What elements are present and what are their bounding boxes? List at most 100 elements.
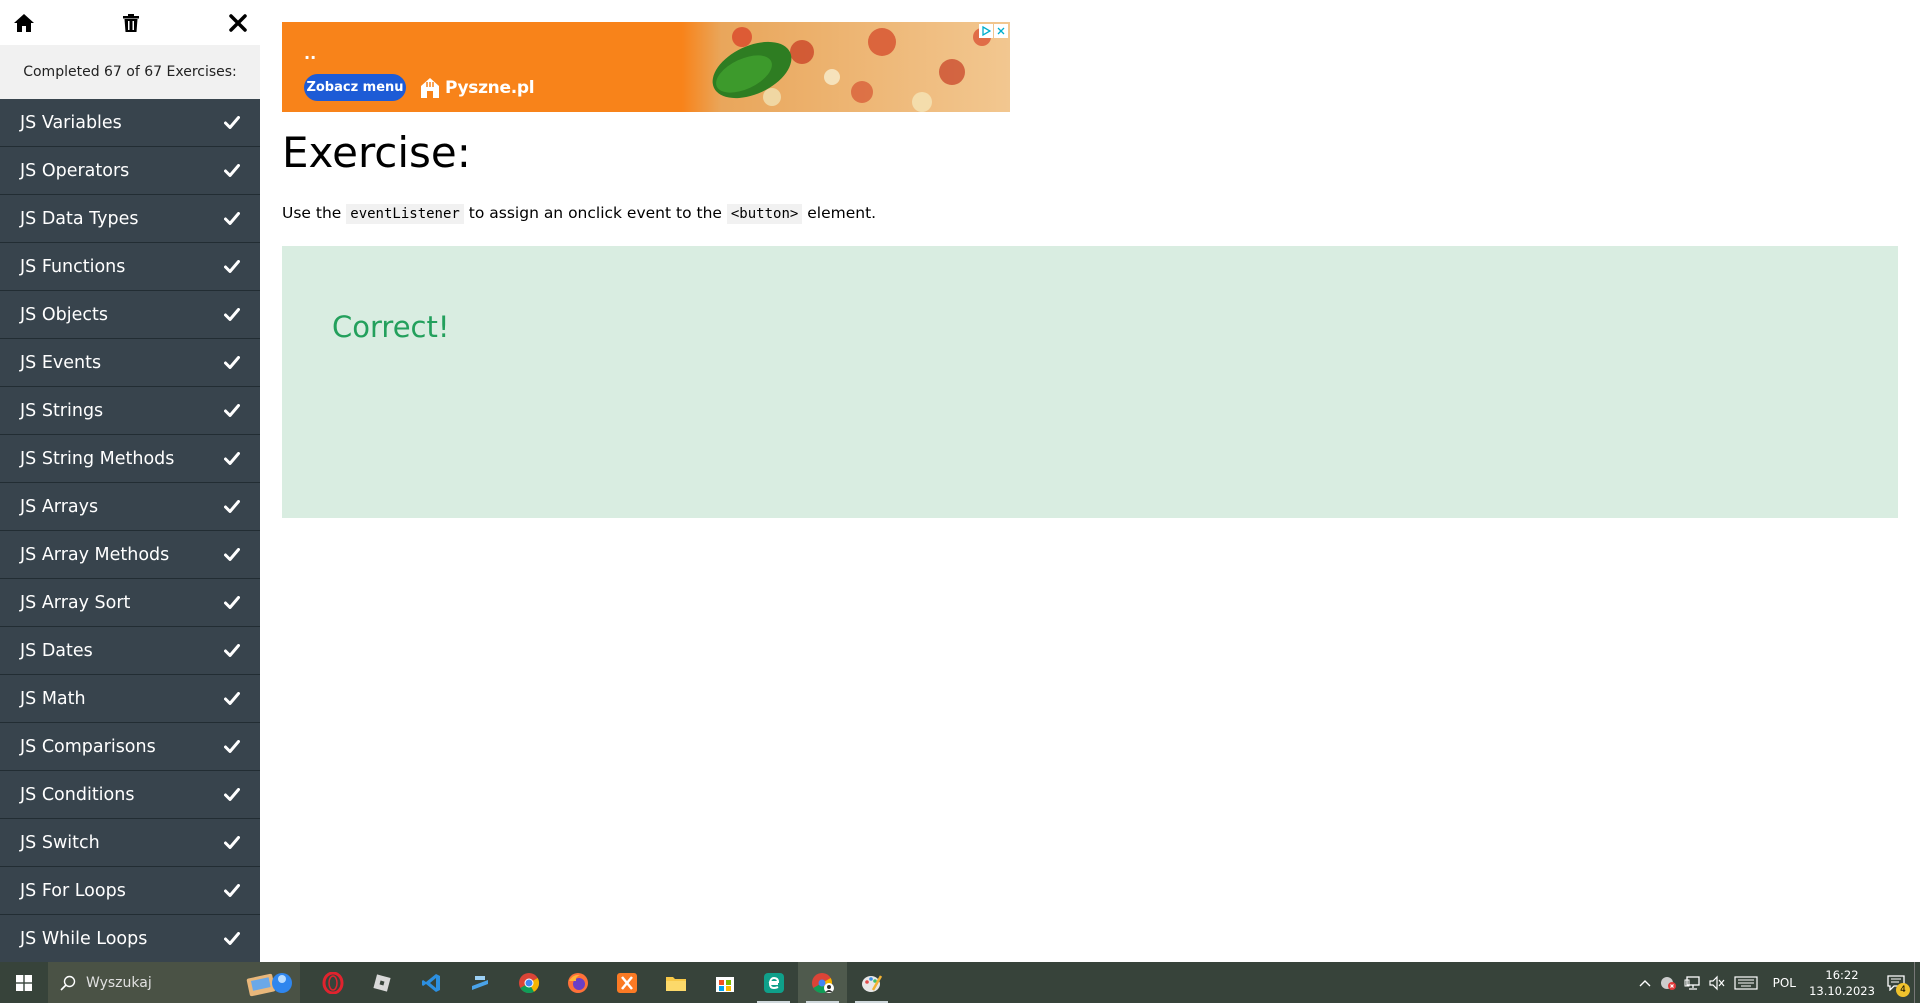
paint-app[interactable] <box>847 962 896 1003</box>
checkmark-icon <box>222 401 242 421</box>
ad-cta-button[interactable]: Zobacz menu <box>304 74 406 101</box>
sidebar-item-js-while-loops[interactable]: JS While Loops <box>0 915 260 963</box>
checkmark-icon <box>222 881 242 901</box>
sidebar-item-js-arrays[interactable]: JS Arrays <box>0 483 260 531</box>
sidebar-item-js-events[interactable]: JS Events <box>0 339 260 387</box>
taskbar: Wyszukaj POL 16:22 13.10.2023 4 <box>0 962 1920 1003</box>
sidebar-item-label: JS Switch <box>20 832 100 853</box>
system-tray: POL 16:22 13.10.2023 4 <box>1633 962 1920 1003</box>
sidebar-item-js-dates[interactable]: JS Dates <box>0 627 260 675</box>
clock[interactable]: 16:22 13.10.2023 <box>1806 967 1878 999</box>
paint-icon <box>861 974 882 992</box>
edge-icon <box>763 972 784 993</box>
home-icon[interactable] <box>12 11 36 35</box>
topic-list: JS Variables JS Operators JS Data Types JS … <box>0 99 260 963</box>
opera-app[interactable] <box>308 962 357 1003</box>
adchoices-icon[interactable] <box>979 24 993 38</box>
notification-center[interactable]: 4 <box>1878 962 1914 1003</box>
vscode-app[interactable] <box>406 962 455 1003</box>
sidebar-item-js-math[interactable]: JS Math <box>0 675 260 723</box>
ad-dots: .. <box>304 44 317 63</box>
sidebar-item-label: JS Operators <box>20 160 130 181</box>
chrome-app[interactable] <box>504 962 553 1003</box>
keyboard-icon[interactable] <box>1729 962 1763 1003</box>
xampp-app[interactable] <box>602 962 651 1003</box>
ad-choices <box>979 24 1008 38</box>
sidebar-item-js-array-sort[interactable]: JS Array Sort <box>0 579 260 627</box>
firefox-app[interactable] <box>553 962 602 1003</box>
search-highlight-icon[interactable] <box>246 966 294 1000</box>
vscode-icon <box>421 973 440 992</box>
checkmark-icon <box>222 161 242 181</box>
file-explorer-app[interactable] <box>651 962 700 1003</box>
progress-summary: Completed 67 of 67 Exercises: <box>0 45 260 99</box>
sidebar-item-js-variables[interactable]: JS Variables <box>0 99 260 147</box>
checkmark-icon <box>222 641 242 661</box>
sidebar: Completed 67 of 67 Exercises: JS Variabl… <box>0 0 260 963</box>
sidebar-item-label: JS String Methods <box>20 448 175 469</box>
checkmark-icon <box>222 449 242 469</box>
sidebar-item-label: JS Data Types <box>20 208 139 229</box>
sidebar-item-label: JS Array Methods <box>20 544 170 565</box>
sidebar-item-js-operators[interactable]: JS Operators <box>0 147 260 195</box>
chrome-profile-app[interactable] <box>798 962 847 1003</box>
show-desktop-button[interactable] <box>1914 962 1920 1003</box>
result-message: Correct! <box>332 310 450 344</box>
takeaway-house-icon <box>421 78 439 98</box>
roblox-app[interactable] <box>357 962 406 1003</box>
sidebar-item-label: JS Comparisons <box>20 736 156 757</box>
sidebar-item-js-functions[interactable]: JS Functions <box>0 243 260 291</box>
sidebar-item-js-strings[interactable]: JS Strings <box>0 387 260 435</box>
sidebar-item-label: JS Functions <box>20 256 126 277</box>
windows-icon <box>16 974 32 991</box>
input-language[interactable]: POL <box>1763 976 1806 990</box>
sidebar-item-js-array-methods[interactable]: JS Array Methods <box>0 531 260 579</box>
security-alert-icon[interactable] <box>1657 962 1681 1003</box>
edge-app[interactable] <box>749 962 798 1003</box>
clock-date: 13.10.2023 <box>1809 983 1875 998</box>
checkmark-icon <box>222 209 242 229</box>
checkmark-icon <box>222 497 242 517</box>
ad-close-icon[interactable] <box>994 24 1008 38</box>
checkmark-icon <box>222 785 242 805</box>
start-button[interactable] <box>0 962 48 1003</box>
sidebar-item-js-conditions[interactable]: JS Conditions <box>0 771 260 819</box>
close-icon[interactable] <box>226 11 250 35</box>
checkmark-icon <box>222 689 242 709</box>
store-app[interactable] <box>700 962 749 1003</box>
checkmark-icon <box>222 929 242 949</box>
roblox-icon <box>372 973 391 992</box>
sidebar-item-label: JS Objects <box>20 304 108 325</box>
code-snippet: <button> <box>726 204 803 224</box>
sidebar-item-label: JS Array Sort <box>20 592 131 613</box>
checkmark-icon <box>222 257 242 277</box>
sidebar-item-label: JS Strings <box>20 400 104 421</box>
result-panel: Correct! <box>282 246 1898 518</box>
checkmark-icon <box>222 593 242 613</box>
network-icon[interactable] <box>1681 962 1705 1003</box>
sidebar-item-js-objects[interactable]: JS Objects <box>0 291 260 339</box>
sidebar-item-label: JS For Loops <box>20 880 126 901</box>
sidebar-item-label: JS Conditions <box>20 784 135 805</box>
sidebar-item-label: JS Events <box>20 352 102 373</box>
tool-app[interactable] <box>455 962 504 1003</box>
xampp-icon <box>616 972 637 993</box>
firefox-icon <box>567 972 588 993</box>
sidebar-item-js-data-types[interactable]: JS Data Types <box>0 195 260 243</box>
checkmark-icon <box>222 305 242 325</box>
sidebar-item-js-comparisons[interactable]: JS Comparisons <box>0 723 260 771</box>
sidebar-item-js-switch[interactable]: JS Switch <box>0 819 260 867</box>
sidebar-item-label: JS Math <box>20 688 86 709</box>
sidebar-item-js-string-methods[interactable]: JS String Methods <box>0 435 260 483</box>
search-placeholder: Wyszukaj <box>86 974 152 991</box>
taskbar-search[interactable]: Wyszukaj <box>48 962 300 1003</box>
trash-icon[interactable] <box>119 11 143 35</box>
volume-muted-icon[interactable] <box>1705 962 1729 1003</box>
chevron-up-icon[interactable] <box>1633 962 1657 1003</box>
advertisement-banner[interactable]: .. Zobacz menu Pyszne.pl <box>282 22 1010 112</box>
checkmark-icon <box>222 833 242 853</box>
desc-text: element. <box>807 204 877 222</box>
exercise-title: Exercise: <box>282 128 471 177</box>
sidebar-item-js-for-loops[interactable]: JS For Loops <box>0 867 260 915</box>
exercise-description: Use the eventListener to assign an oncli… <box>282 204 877 224</box>
